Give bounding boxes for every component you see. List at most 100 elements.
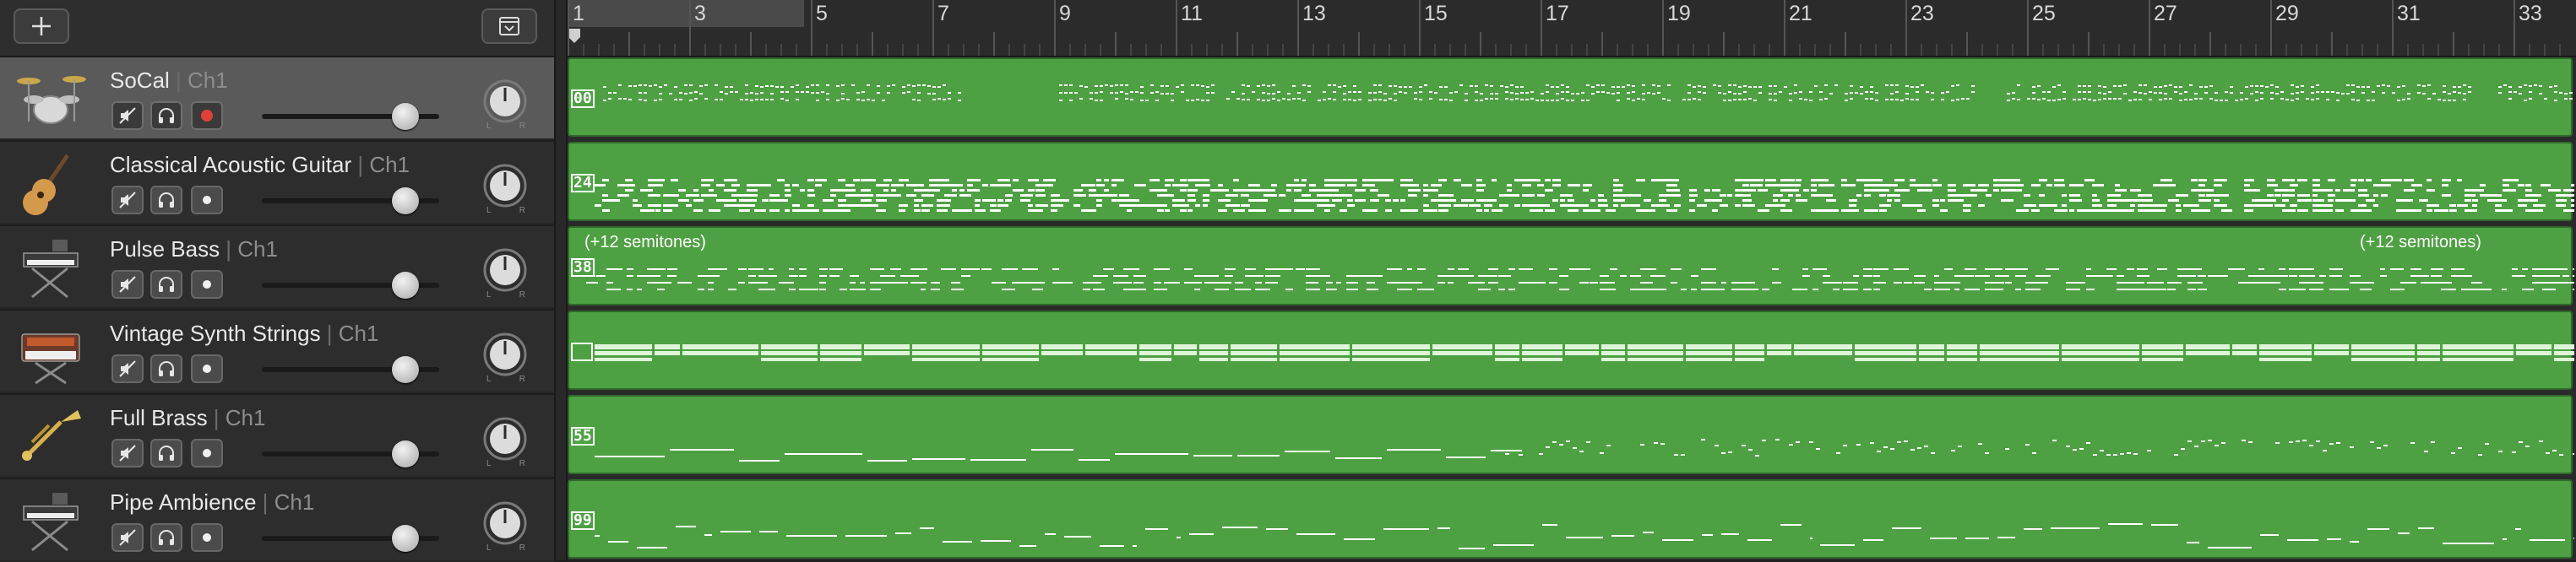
ruler-beat-tick bbox=[2012, 44, 2014, 56]
playhead-icon[interactable] bbox=[568, 29, 581, 44]
pan-left-label: L bbox=[486, 375, 492, 384]
ruler-beat-tick bbox=[948, 44, 949, 56]
track-channel-label: Ch1 bbox=[237, 236, 278, 262]
mute-button[interactable] bbox=[111, 101, 144, 130]
pane-divider[interactable] bbox=[554, 0, 568, 560]
record-enable-button[interactable] bbox=[191, 186, 223, 214]
track-header[interactable]: SoCal | Ch1 L R bbox=[0, 57, 554, 140]
ruler-beat-tick bbox=[2422, 44, 2424, 56]
track-name[interactable]: Full Brass | Ch1 bbox=[110, 405, 265, 431]
solo-button[interactable] bbox=[150, 523, 182, 552]
track-list: SoCal | Ch1 L R Classical Acoustic Guitar |… bbox=[0, 57, 554, 562]
volume-slider-knob[interactable] bbox=[392, 356, 420, 383]
ruler-beat-tick bbox=[1282, 44, 1284, 56]
track-header[interactable]: Pulse Bass | Ch1 L R bbox=[0, 226, 554, 309]
ruler-beat-tick bbox=[765, 44, 767, 56]
track-header[interactable]: Vintage Synth Strings | Ch1 L R bbox=[0, 311, 554, 393]
ruler-beat-tick bbox=[720, 44, 721, 56]
ruler-bar-tick bbox=[1601, 32, 1603, 56]
record-enable-button[interactable] bbox=[191, 439, 223, 467]
record-enable-button[interactable] bbox=[191, 354, 223, 383]
volume-slider[interactable] bbox=[262, 187, 439, 214]
bar-number-label: 29 bbox=[2275, 2, 2299, 25]
volume-slider[interactable] bbox=[262, 525, 439, 552]
track-header[interactable]: Full Brass | Ch1 L R bbox=[0, 395, 554, 478]
pan-lr-labels: LR bbox=[486, 459, 525, 468]
ruler-beat-tick bbox=[2468, 44, 2470, 56]
midi-region[interactable]: 24 bbox=[568, 142, 2574, 221]
track-name[interactable]: Vintage Synth Strings | Ch1 bbox=[110, 321, 378, 347]
pan-knob[interactable] bbox=[480, 160, 530, 211]
pan-knob[interactable] bbox=[480, 413, 530, 464]
ruler-beat-tick bbox=[902, 44, 904, 56]
volume-slider[interactable] bbox=[262, 272, 439, 299]
midi-region[interactable]: 00 bbox=[568, 57, 2573, 137]
volume-slider[interactable] bbox=[262, 440, 439, 467]
headphones-icon bbox=[159, 108, 174, 123]
volume-slider-knob[interactable] bbox=[392, 103, 420, 130]
track-name-text: Classical Acoustic Guitar bbox=[110, 152, 352, 177]
mute-icon bbox=[119, 445, 136, 462]
bar-number-label: 19 bbox=[1667, 2, 1691, 25]
pan-knob[interactable] bbox=[480, 498, 530, 548]
keyboard-stand-icon bbox=[23, 493, 79, 552]
solo-button[interactable] bbox=[150, 270, 182, 299]
volume-slider-knob[interactable] bbox=[392, 187, 420, 214]
pan-knob[interactable] bbox=[480, 329, 530, 380]
ruler-bar-tick bbox=[1297, 0, 1299, 56]
ruler-beat-tick bbox=[978, 44, 980, 56]
library-collapse-button[interactable] bbox=[481, 8, 537, 44]
volume-slider[interactable] bbox=[262, 356, 439, 383]
track-header[interactable]: Classical Acoustic Guitar | Ch1 L R bbox=[0, 142, 554, 224]
solo-button[interactable] bbox=[150, 354, 182, 383]
record-icon bbox=[201, 110, 213, 122]
midi-region[interactable]: 99 bbox=[568, 479, 2574, 559]
record-enable-button[interactable] bbox=[191, 523, 223, 552]
pan-knob[interactable] bbox=[480, 245, 530, 295]
ruler-beat-tick bbox=[2133, 44, 2135, 56]
mute-button[interactable] bbox=[111, 354, 144, 383]
volume-slider-knob[interactable] bbox=[392, 272, 420, 299]
mute-icon bbox=[119, 192, 136, 208]
ruler-bar-tick bbox=[1541, 0, 1542, 56]
ruler-bar-tick bbox=[1115, 32, 1117, 56]
ruler-beat-tick bbox=[1267, 44, 1269, 56]
mute-button[interactable] bbox=[111, 186, 144, 214]
ruler-beat-tick bbox=[1495, 44, 1497, 56]
bar-number-label: 5 bbox=[816, 2, 828, 25]
solo-button[interactable] bbox=[150, 439, 182, 467]
midi-region[interactable]: 38 (+12 semitones) (+12 semitones) bbox=[568, 226, 2574, 305]
track-name[interactable]: Pipe Ambience | Ch1 bbox=[110, 489, 314, 516]
track-name[interactable]: SoCal | Ch1 bbox=[110, 68, 228, 94]
midi-region[interactable] bbox=[568, 311, 2574, 390]
track-name[interactable]: Classical Acoustic Guitar | Ch1 bbox=[110, 152, 410, 178]
mute-icon bbox=[119, 107, 136, 124]
record-enable-button[interactable] bbox=[191, 270, 223, 299]
midi-region[interactable]: 55 bbox=[568, 395, 2574, 474]
pan-right-label: R bbox=[519, 122, 525, 131]
mute-button[interactable] bbox=[111, 270, 144, 299]
tracks-area[interactable]: 00 24 38 (+12 semitones) (+12 semitones) 55 99 bbox=[568, 57, 2576, 560]
solo-button[interactable] bbox=[150, 186, 182, 214]
solo-button[interactable] bbox=[150, 101, 182, 130]
track-header[interactable]: Pipe Ambience | Ch1 L R bbox=[0, 479, 554, 562]
volume-slider-knob[interactable] bbox=[392, 440, 420, 467]
pan-left-label: L bbox=[486, 543, 492, 553]
volume-slider-knob[interactable] bbox=[392, 525, 420, 552]
record-enable-button[interactable] bbox=[191, 101, 223, 130]
cycle-region[interactable] bbox=[568, 0, 804, 27]
pan-right-label: R bbox=[519, 459, 525, 468]
ruler-beat-tick bbox=[1130, 44, 1132, 56]
mute-button[interactable] bbox=[111, 523, 144, 552]
mute-button[interactable] bbox=[111, 439, 144, 467]
ruler-beat-tick bbox=[1343, 44, 1345, 56]
headphones-icon bbox=[159, 277, 174, 292]
pan-knob[interactable] bbox=[480, 76, 530, 127]
trumpet-icon bbox=[22, 410, 81, 461]
pan-lr-labels: LR bbox=[486, 206, 525, 215]
volume-slider[interactable] bbox=[262, 103, 439, 130]
add-track-button[interactable] bbox=[14, 8, 69, 44]
bar-ruler[interactable]: 1 3 5 7 9 11 13 15 17 19 21 23 25 27 29 31 33 bbox=[568, 0, 2576, 57]
ruler-beat-tick bbox=[1465, 44, 1466, 56]
track-name[interactable]: Pulse Bass | Ch1 bbox=[110, 236, 278, 262]
